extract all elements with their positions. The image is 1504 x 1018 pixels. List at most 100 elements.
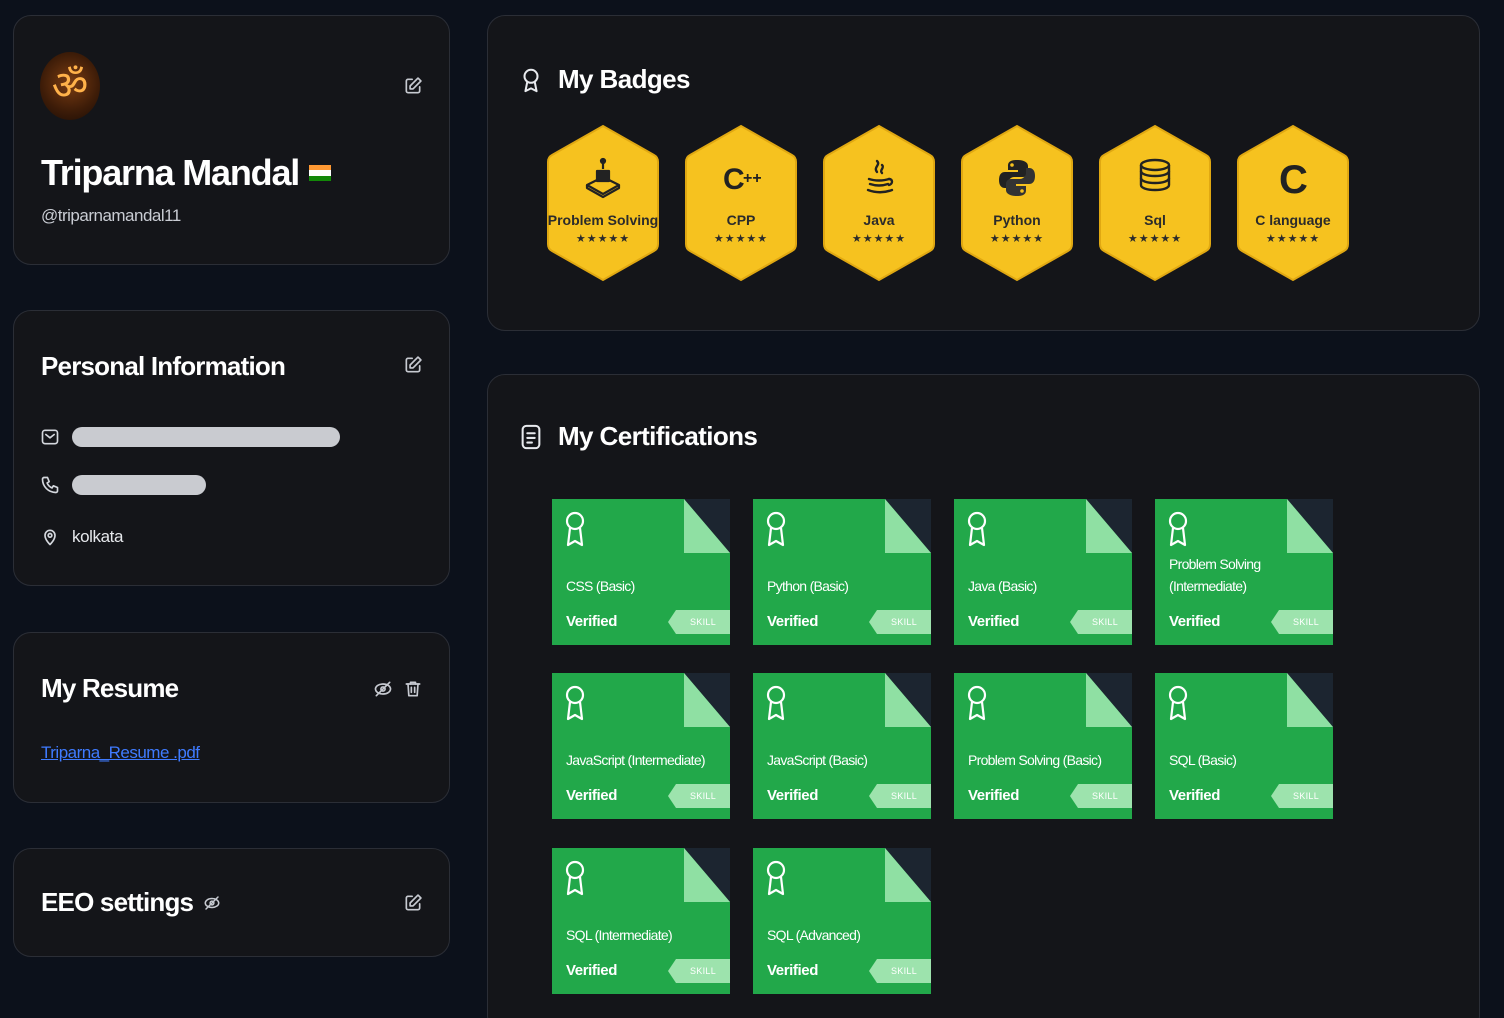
verified-status: Verified — [566, 787, 617, 804]
resume-file-link[interactable]: Triparna_Resume .pdf — [41, 743, 200, 763]
certificate-card[interactable]: Java (Basic) Verified SKILL — [954, 499, 1132, 645]
edit-personal-info-icon[interactable] — [403, 355, 423, 375]
visibility-off-icon — [203, 894, 221, 912]
phone-icon — [40, 475, 60, 495]
badge-problem-solving[interactable]: Problem Solving ★★★★★ — [546, 124, 660, 282]
page-fold — [684, 499, 730, 553]
badge-hexagon — [547, 124, 659, 282]
edit-eeo-settings-icon[interactable] — [403, 893, 423, 913]
verified-status: Verified — [566, 613, 617, 630]
award-ribbon-icon — [565, 685, 585, 721]
verified-status: Verified — [968, 787, 1019, 804]
verified-status: Verified — [767, 613, 818, 630]
profile-card: ॐ Triparna Mandal @triparnamandal11 — [13, 15, 450, 265]
certificate-name: Python (Basic) — [767, 578, 849, 594]
award-ribbon-icon — [1168, 685, 1188, 721]
badge-python[interactable]: Python ★★★★★ — [960, 124, 1074, 282]
problem-solving-icon — [583, 157, 623, 199]
location-text: kolkata — [72, 527, 124, 546]
page-fold — [1287, 499, 1333, 553]
verified-status: Verified — [1169, 787, 1220, 804]
page-fold — [1086, 673, 1132, 727]
cpp-icon: C ++ — [721, 157, 762, 199]
skill-tag: SKILL — [1271, 610, 1333, 634]
badge-stars: ★★★★★ — [851, 232, 907, 245]
phone-redacted — [72, 475, 206, 495]
verified-status: Verified — [1169, 613, 1220, 630]
verified-status: Verified — [566, 962, 617, 979]
badge-hexagon — [961, 124, 1073, 282]
email-redacted — [72, 427, 340, 447]
page-fold — [684, 848, 730, 902]
certificate-name: Problem Solving (Basic) — [968, 752, 1102, 768]
badge-hexagon — [685, 124, 797, 282]
avatar-glyph: ॐ — [51, 63, 89, 109]
badge-stars: ★★★★★ — [989, 232, 1045, 245]
certificate-name: JavaScript (Basic) — [767, 752, 868, 768]
page-fold — [885, 499, 931, 553]
certificate-card[interactable]: SQL (Intermediate) Verified SKILL — [552, 848, 730, 994]
skill-tag: SKILL — [1070, 784, 1132, 808]
svg-text:C: C — [723, 163, 745, 196]
badge-label: Sql — [1144, 212, 1166, 228]
skill-tag: SKILL — [1070, 610, 1132, 634]
badge-java[interactable]: Java ★★★★★ — [822, 124, 936, 282]
visibility-off-icon[interactable] — [373, 679, 393, 699]
badge-label: Python — [993, 212, 1041, 228]
badge-stars: ★★★★★ — [713, 232, 769, 245]
trash-icon[interactable] — [403, 679, 423, 699]
certificate-name: Java (Basic) — [968, 578, 1037, 594]
skill-tag: SKILL — [668, 610, 730, 634]
verified-status: Verified — [767, 962, 818, 979]
ribbon-icon — [520, 67, 542, 93]
badge-hexagon — [1237, 124, 1349, 282]
badge-sql[interactable]: Sql ★★★★★ — [1098, 124, 1212, 282]
award-ribbon-icon — [565, 860, 585, 896]
india-flag-icon — [309, 165, 332, 181]
badges-title: My Badges — [558, 64, 690, 94]
award-ribbon-icon — [766, 685, 786, 721]
certificate-card[interactable]: SQL (Advanced) Verified SKILL — [753, 848, 931, 994]
email-icon — [40, 427, 60, 447]
skill-tag: SKILL — [869, 784, 931, 808]
award-ribbon-icon — [967, 511, 987, 547]
certificate-card[interactable]: Problem Solving (Basic) Verified SKILL — [954, 673, 1132, 819]
profile-name: Triparna Mandal — [41, 152, 300, 193]
page-fold — [1086, 499, 1132, 553]
c-language-icon: C — [1273, 157, 1313, 202]
page-fold — [885, 673, 931, 727]
badges-card: My Badges Problem Solving ★★★★★ C ++ CPP ★★★★… — [487, 15, 1480, 331]
page-fold — [885, 848, 931, 902]
page-fold — [1287, 673, 1333, 727]
certificate-card[interactable]: JavaScript (Intermediate) Verified SKILL — [552, 673, 730, 819]
skill-tag: SKILL — [668, 959, 730, 983]
certificate-card[interactable]: JavaScript (Basic) Verified SKILL — [753, 673, 931, 819]
svg-text:C: C — [1279, 158, 1308, 199]
page-fold — [684, 673, 730, 727]
eeo-settings-title: EEO settings — [41, 887, 194, 917]
skill-tag: SKILL — [1271, 784, 1333, 808]
resume-title: My Resume — [41, 673, 179, 703]
certificate-card[interactable]: Python (Basic) Verified SKILL — [753, 499, 931, 645]
edit-profile-icon[interactable] — [403, 76, 423, 96]
skill-tag: SKILL — [668, 784, 730, 808]
skill-tag: SKILL — [869, 959, 931, 983]
badge-cpp[interactable]: C ++ CPP ★★★★★ — [684, 124, 798, 282]
eeo-settings-card: EEO settings — [13, 848, 450, 957]
certificate-card[interactable]: Problem Solving (Intermediate) Verified SK… — [1155, 499, 1333, 645]
award-ribbon-icon — [967, 685, 987, 721]
award-ribbon-icon — [565, 511, 585, 547]
certificate-card[interactable]: SQL (Basic) Verified SKILL — [1155, 673, 1333, 819]
certificate-card[interactable]: CSS (Basic) Verified SKILL — [552, 499, 730, 645]
certifications-title: My Certifications — [558, 421, 758, 451]
badge-stars: ★★★★★ — [1265, 232, 1321, 245]
badge-list: Problem Solving ★★★★★ C ++ CPP ★★★★★ Java ★★★★★… — [546, 124, 1350, 282]
badge-hexagon — [823, 124, 935, 282]
java-icon — [859, 157, 899, 199]
certificate-name: JavaScript (Intermediate) — [566, 752, 706, 768]
certificate-name: SQL (Intermediate) — [566, 927, 673, 943]
badge-label: Problem Solving — [547, 212, 659, 228]
badge-stars: ★★★★★ — [1127, 232, 1183, 245]
badge-c-language[interactable]: C C language ★★★★★ — [1236, 124, 1350, 282]
certificate-name: SQL (Basic) — [1169, 752, 1237, 768]
